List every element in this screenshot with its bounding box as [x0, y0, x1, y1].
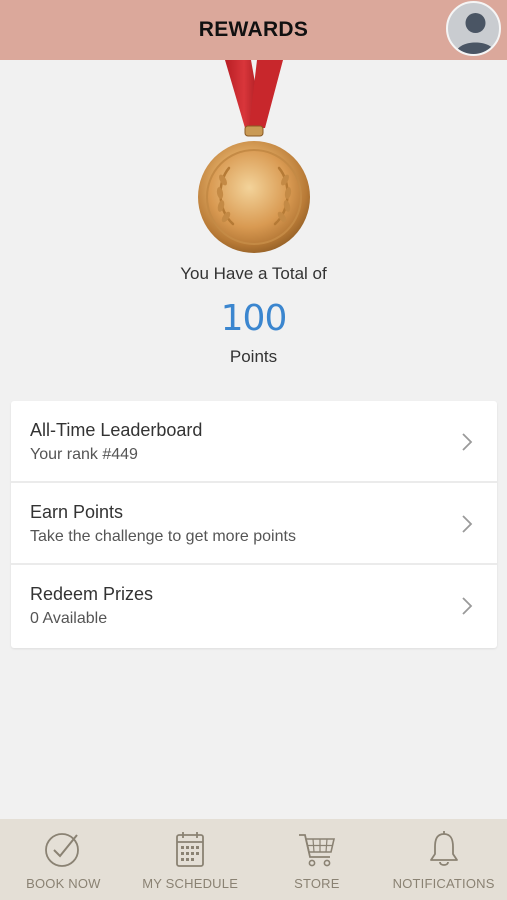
- tab-label: MY SCHEDULE: [142, 876, 239, 891]
- medal-icon: [193, 60, 315, 255]
- tab-label: BOOK NOW: [26, 876, 101, 891]
- user-avatar-icon: [456, 13, 495, 54]
- list-item-title: Redeem Prizes: [30, 584, 154, 604]
- profile-avatar-button[interactable]: [446, 1, 501, 56]
- tab-label: NOTIFICATIONS: [392, 876, 495, 891]
- list-item-subtitle: 0 Available: [30, 610, 108, 627]
- chevron-right-icon: [462, 515, 473, 533]
- list-item-subtitle: Take the challenge to get more points: [30, 528, 296, 545]
- list-item-subtitle: Your rank #449: [30, 446, 138, 463]
- list-item-redeem-prizes[interactable]: Redeem Prizes 0 Available: [11, 565, 497, 647]
- rewards-menu-list: All-Time Leaderboard Your rank #449 Earn…: [11, 401, 497, 648]
- bottom-tab-bar: BOOK NOW MY SCHEDULE STORE NOTIFICATIONS: [0, 819, 507, 900]
- tab-book-now[interactable]: BOOK NOW: [0, 819, 127, 900]
- list-item-title: Earn Points: [30, 502, 124, 522]
- points-total-label: You Have a Total of: [180, 264, 327, 283]
- app-header: REWARDS: [0, 0, 507, 60]
- chevron-right-icon: [462, 433, 473, 451]
- list-item-title: All-Time Leaderboard: [30, 420, 203, 440]
- tab-store[interactable]: STORE: [254, 819, 381, 900]
- list-item-leaderboard[interactable]: All-Time Leaderboard Your rank #449: [11, 401, 497, 483]
- list-item-earn-points[interactable]: Earn Points Take the challenge to get mo…: [11, 483, 497, 565]
- bell-icon: [429, 831, 458, 866]
- points-unit-label: Points: [229, 347, 278, 366]
- tab-label: STORE: [294, 876, 340, 891]
- tab-notifications[interactable]: NOTIFICATIONS: [380, 819, 507, 900]
- page-title: REWARDS: [198, 18, 309, 41]
- chevron-right-icon: [462, 597, 473, 615]
- points-value: 100: [220, 298, 288, 339]
- tab-my-schedule[interactable]: MY SCHEDULE: [127, 819, 254, 900]
- calendar-icon: [176, 832, 205, 867]
- check-circle-icon: [45, 833, 80, 867]
- cart-icon: [298, 834, 335, 867]
